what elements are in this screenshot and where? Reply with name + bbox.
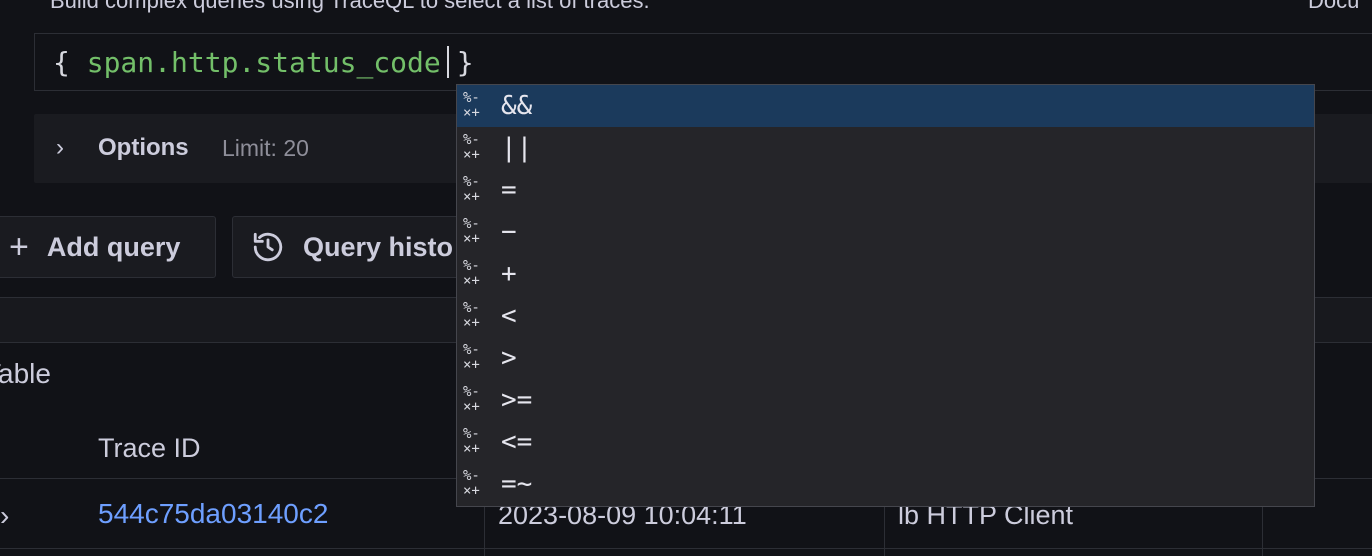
row-divider: [0, 548, 1372, 549]
operator-icon: %- ×+: [463, 468, 480, 499]
add-query-label: Add query: [46, 231, 181, 262]
trace-id-link[interactable]: 544c75da03140c2: [98, 498, 328, 530]
operator-label: <=: [501, 427, 533, 457]
autocomplete-item[interactable]: %- ×+ ||: [457, 127, 1314, 169]
operator-icon: %- ×+: [463, 258, 480, 289]
history-icon: [253, 232, 283, 262]
operator-label: +: [501, 259, 517, 289]
expand-row-icon[interactable]: ›: [0, 500, 9, 532]
autocomplete-item[interactable]: %- ×+ =~: [457, 463, 1314, 505]
open-brace: {: [53, 46, 70, 79]
table-title: Table: [0, 358, 51, 389]
autocomplete-item[interactable]: %- ×+ >=: [457, 379, 1314, 421]
operator-label: <: [501, 301, 517, 331]
operator-label: >: [501, 343, 517, 373]
operator-label: =~: [501, 469, 533, 499]
query-attribute: span.http.status_code: [86, 46, 441, 79]
query-history-label: Query histo: [303, 231, 454, 262]
options-label[interactable]: Options: [98, 134, 189, 162]
operator-icon: %- ×+: [463, 426, 480, 457]
operator-icon: %- ×+: [463, 216, 480, 247]
query-history-button[interactable]: Query histo: [232, 216, 472, 278]
autocomplete-item[interactable]: %- ×+ +: [457, 253, 1314, 295]
operator-label: =: [501, 175, 517, 205]
operator-icon: %- ×+: [463, 174, 480, 205]
autocomplete-item[interactable]: %- ×+ <: [457, 295, 1314, 337]
autocomplete-item[interactable]: %- ×+ &&: [457, 85, 1314, 127]
limit-summary: Limit: 20: [222, 135, 309, 161]
add-query-button[interactable]: + Add query: [0, 216, 216, 278]
operator-icon: %- ×+: [463, 342, 480, 373]
operator-label: >=: [501, 385, 533, 415]
operator-label: ||: [501, 133, 533, 163]
autocomplete-item[interactable]: %- ×+ >: [457, 337, 1314, 379]
autocomplete-item[interactable]: %- ×+ <=: [457, 421, 1314, 463]
text-cursor: [446, 46, 449, 78]
operator-icon: %- ×+: [463, 384, 480, 415]
operator-icon: %- ×+: [463, 300, 480, 331]
chevron-right-icon[interactable]: ›: [56, 134, 64, 162]
editor-description: Build complex queries using TraceQL to s…: [50, 0, 650, 13]
autocomplete-list: %- ×+ && %- ×+ || %- ×+ = %- ×+ − %- ×+ + %- ×+ < %- ×+ > %- ×…: [457, 85, 1314, 505]
operator-label: &&: [501, 91, 533, 121]
query-code[interactable]: { span.http.status_code}: [53, 46, 474, 79]
autocomplete-dropdown[interactable]: %- ×+ && %- ×+ || %- ×+ = %- ×+ − %- ×+ + %- ×+ < %- ×+ > %- ×…: [456, 84, 1315, 507]
column-header-trace-id[interactable]: Trace ID: [98, 433, 201, 464]
close-brace: }: [456, 46, 474, 79]
traceql-query-editor[interactable]: { span.http.status_code}: [34, 33, 1372, 91]
operator-label: −: [501, 217, 517, 247]
operator-icon: %- ×+: [463, 90, 480, 121]
documentation-link[interactable]: Docu: [1308, 0, 1359, 14]
autocomplete-item[interactable]: %- ×+ =: [457, 169, 1314, 211]
plus-icon: +: [9, 227, 29, 266]
autocomplete-item[interactable]: %- ×+ −: [457, 211, 1314, 253]
operator-icon: %- ×+: [463, 132, 480, 163]
